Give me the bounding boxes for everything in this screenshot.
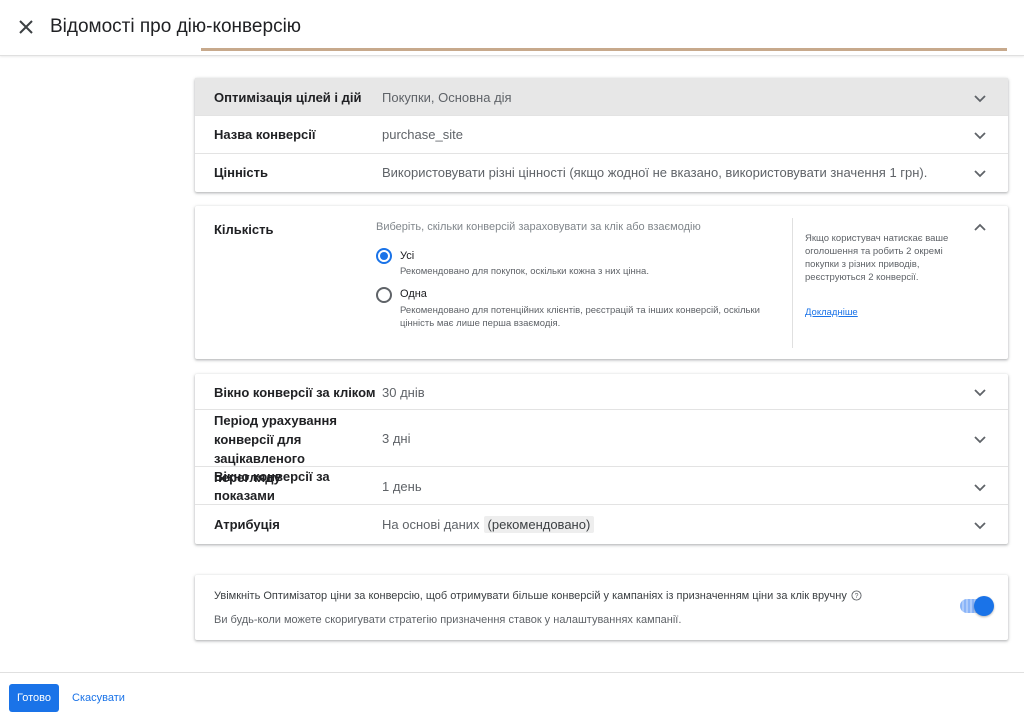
- cancel-button[interactable]: Скасувати: [72, 692, 125, 704]
- row-goal-optimization[interactable]: Оптимізація цілей і дій Покупки, Основна…: [195, 78, 1008, 116]
- row-label: Вікно конверсії за показами: [214, 469, 330, 503]
- quantity-section: Кількість Виберіть, скільки конверсій за…: [195, 206, 1008, 359]
- row-engaged-view-window[interactable]: Період урахування конверсії для зацікавл…: [195, 410, 1008, 485]
- close-icon: [19, 20, 33, 34]
- row-click-window[interactable]: Вікно конверсії за кліком 30 днів: [195, 374, 1008, 410]
- promo-line2: Ви будь-коли можете скоригувати стратегі…: [214, 614, 682, 626]
- row-label: Атрибуція: [214, 517, 280, 532]
- chevron-down-icon[interactable]: [972, 431, 988, 447]
- row-label: Оптимізація цілей і дій: [214, 90, 362, 105]
- chevron-down-icon[interactable]: [972, 90, 988, 106]
- row-value: На основі даних (рекомендовано): [382, 515, 595, 534]
- option-one-title: Одна: [400, 288, 427, 300]
- dialog-footer: Готово Скасувати: [0, 672, 1024, 723]
- chevron-up-icon[interactable]: [972, 220, 988, 241]
- row-value-setting[interactable]: Цінність Використовувати різні цінності …: [195, 154, 1008, 192]
- settings-panel-bottom: Вікно конверсії за кліком 30 днів Період…: [195, 374, 1008, 544]
- promo-line1: Увімкніть Оптимізатор ціни за конверсію,…: [214, 590, 847, 602]
- chevron-down-icon[interactable]: [972, 127, 988, 143]
- quantity-label: Кількість: [214, 222, 274, 237]
- row-attribution[interactable]: Атрибуція На основі даних (рекомендовано): [195, 505, 1008, 544]
- row-conversion-name[interactable]: Назва конверсії purchase_site: [195, 116, 1008, 154]
- settings-panel-top: Оптимізація цілей і дій Покупки, Основна…: [195, 78, 1008, 192]
- quantity-prompt: Виберіть, скільки конверсій зараховувати…: [376, 221, 701, 233]
- optimizer-toggle[interactable]: [960, 596, 994, 616]
- quantity-help-text: Якщо користувач натискає ваше оголошення…: [805, 233, 949, 283]
- optimizer-promo: Увімкніть Оптимізатор ціни за конверсію,…: [195, 575, 1008, 640]
- divider: [792, 218, 793, 348]
- toggle-knob: [974, 596, 994, 616]
- recommended-badge: (рекомендовано): [483, 516, 595, 533]
- row-value: 30 днів: [382, 385, 425, 400]
- row-view-window[interactable]: Вікно конверсії за показами 1 день: [195, 467, 1008, 505]
- done-button[interactable]: Готово: [9, 684, 59, 712]
- option-all-title: Усі: [400, 250, 415, 262]
- option-one-desc: Рекомендовано для потенційних клієнтів, …: [400, 305, 760, 329]
- row-value: 3 дні: [382, 431, 411, 446]
- chevron-down-icon[interactable]: [972, 165, 988, 181]
- help-icon[interactable]: ?: [851, 590, 862, 601]
- learn-more-link[interactable]: Докладніше: [805, 307, 858, 318]
- chevron-down-icon[interactable]: [972, 517, 988, 533]
- row-value: Використовувати різні цінності (якщо жод…: [382, 165, 928, 180]
- page-title: Відомості про дію-конверсію: [50, 16, 302, 37]
- row-label: Вікно конверсії за кліком: [214, 385, 376, 400]
- svg-text:?: ?: [854, 593, 858, 600]
- close-button[interactable]: [16, 17, 36, 37]
- row-value: Покупки, Основна дія: [382, 90, 512, 105]
- attribution-value: На основі даних: [382, 517, 480, 532]
- row-label: Назва конверсії: [214, 127, 316, 142]
- radio-one[interactable]: [376, 287, 392, 303]
- row-value: purchase_site: [382, 127, 463, 142]
- promo-text: Увімкніть Оптимізатор ціни за конверсію,…: [214, 590, 862, 602]
- option-all-desc: Рекомендовано для покупок, оскільки кожн…: [400, 266, 649, 277]
- chevron-down-icon[interactable]: [972, 384, 988, 400]
- header-accent-line: [201, 48, 1007, 51]
- row-label: Цінність: [214, 165, 269, 180]
- row-value: 1 день: [382, 479, 422, 494]
- radio-all[interactable]: [376, 248, 392, 264]
- chevron-down-icon[interactable]: [972, 479, 988, 495]
